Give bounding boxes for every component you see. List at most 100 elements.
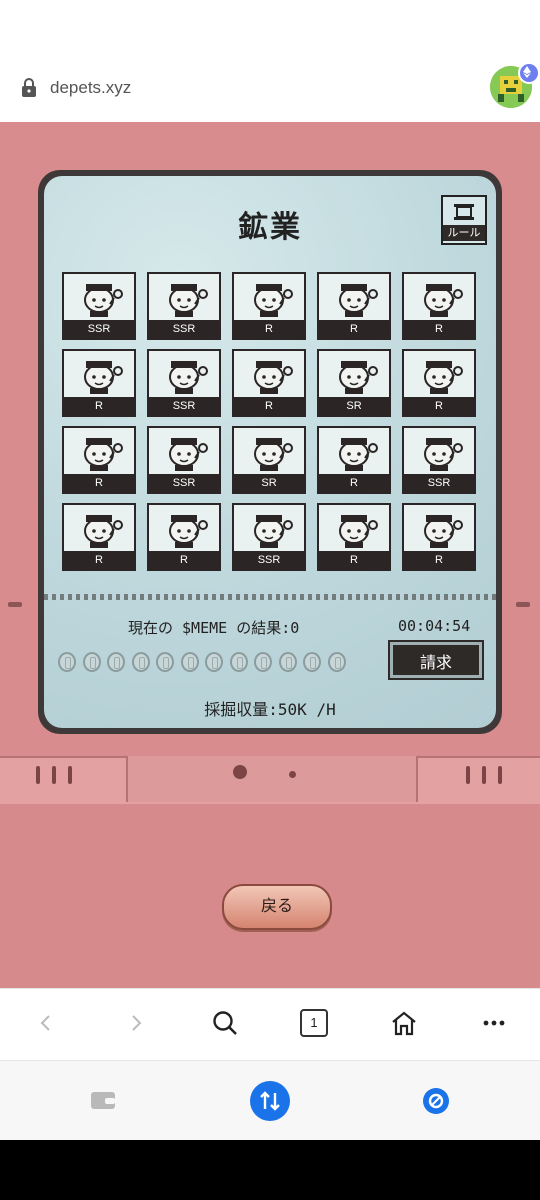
rarity-label: R	[319, 320, 389, 338]
rarity-label: R	[319, 551, 389, 569]
search-icon[interactable]	[205, 1003, 245, 1043]
rarity-label: R	[319, 474, 389, 492]
coin-icon	[205, 652, 223, 672]
character-sprite-icon	[169, 361, 208, 394]
scroll-icon	[454, 204, 474, 220]
character-sprite-icon	[424, 515, 463, 548]
rarity-label: R	[149, 551, 219, 569]
coin-icon	[303, 652, 321, 672]
character-sprite-icon	[254, 515, 293, 548]
character-sprite-icon	[84, 284, 123, 317]
coin-icon	[229, 652, 248, 672]
character-sprite-icon	[254, 361, 293, 394]
vent-slot	[36, 766, 40, 784]
character-card[interactable]: SSR	[62, 272, 136, 340]
divider	[44, 594, 496, 600]
character-sprite-icon	[169, 284, 208, 317]
wallet-bottom-bar	[0, 1060, 540, 1141]
coin-icon	[180, 652, 199, 672]
character-card[interactable]: R	[402, 272, 476, 340]
rarity-label: R	[234, 320, 304, 338]
character-sprite-icon	[339, 361, 378, 394]
character-card[interactable]: R	[317, 272, 391, 340]
character-card[interactable]: SSR	[147, 349, 221, 417]
rarity-label: SSR	[149, 320, 219, 338]
character-card[interactable]: SSR	[232, 503, 306, 571]
rules-label: ルール	[443, 225, 485, 241]
character-card[interactable]: R	[317, 426, 391, 494]
back-button[interactable]: 戻る	[222, 884, 332, 930]
rarity-label: R	[64, 474, 134, 492]
rarity-label: SSR	[404, 474, 474, 492]
character-card[interactable]: R	[317, 503, 391, 571]
character-sprite-icon	[169, 515, 208, 548]
character-sprite-icon	[169, 438, 208, 471]
character-card[interactable]: R	[147, 503, 221, 571]
speaker-hole	[233, 765, 247, 779]
lock-icon	[22, 78, 36, 97]
explore-icon[interactable]	[423, 1088, 449, 1114]
tabs-button[interactable]: 1	[294, 1003, 334, 1043]
rarity-label: SR	[319, 397, 389, 415]
character-card[interactable]: R	[62, 503, 136, 571]
home-icon[interactable]	[384, 1003, 424, 1043]
forward-arrow-icon[interactable]	[116, 1003, 156, 1043]
character-sprite-icon	[84, 361, 123, 394]
rarity-label: R	[404, 551, 474, 569]
character-card[interactable]: R	[232, 272, 306, 340]
rules-button[interactable]: ルール	[441, 195, 487, 245]
character-card[interactable]: R	[232, 349, 306, 417]
console-hinge-center	[126, 756, 418, 802]
character-card[interactable]: SSR	[147, 272, 221, 340]
vent-slot	[466, 766, 470, 784]
mining-rate: 採掘収量:50K /H	[204, 700, 336, 719]
ethereum-icon	[518, 62, 540, 84]
rarity-label: SSR	[234, 551, 304, 569]
character-card[interactable]: R	[402, 503, 476, 571]
character-card[interactable]: R	[62, 349, 136, 417]
countdown-timer: 00:04:54	[398, 617, 471, 635]
claim-button[interactable]: 請求	[390, 642, 482, 678]
rarity-label: R	[404, 320, 474, 338]
browser-url-bar[interactable]: depets.xyz	[0, 0, 540, 122]
game-console: 鉱業 ルール SSR SSR R R R R SSR R SR R R SSR SR R SSR R R SSR R…	[0, 122, 540, 988]
speaker-hole	[289, 771, 296, 778]
character-sprite-icon	[424, 361, 463, 394]
vent-slot	[52, 766, 56, 784]
coin-icon	[327, 652, 346, 672]
character-card[interactable]: SSR	[147, 426, 221, 494]
rarity-label: SSR	[149, 397, 219, 415]
rarity-label: SR	[234, 474, 304, 492]
coin-icon	[58, 652, 76, 672]
coin-icon	[131, 652, 150, 672]
character-sprite-icon	[254, 284, 293, 317]
browser-toolbar: 1	[0, 988, 540, 1061]
system-bar	[0, 1140, 540, 1200]
vent-slot	[482, 766, 486, 784]
rarity-label: R	[64, 397, 134, 415]
wallet-icon[interactable]	[90, 1089, 116, 1115]
tab-count: 1	[300, 1009, 328, 1037]
coin-icon	[278, 652, 297, 672]
swap-icon[interactable]	[250, 1081, 290, 1121]
rarity-label: R	[64, 551, 134, 569]
coin-icon	[107, 652, 125, 672]
more-icon[interactable]	[474, 1003, 514, 1043]
meme-result-text: 現在の $MEME の結果:0	[128, 619, 300, 637]
rarity-label: R	[234, 397, 304, 415]
character-sprite-icon	[254, 438, 293, 471]
character-card[interactable]: SR	[232, 426, 306, 494]
character-card[interactable]: R	[62, 426, 136, 494]
vent-slot	[68, 766, 72, 784]
back-arrow-icon[interactable]	[26, 1003, 66, 1043]
url-domain[interactable]: depets.xyz	[50, 78, 131, 98]
character-card[interactable]: SSR	[402, 426, 476, 494]
character-sprite-icon	[339, 438, 378, 471]
character-sprite-icon	[84, 515, 123, 548]
coin-icon	[82, 652, 101, 672]
character-card[interactable]: SR	[317, 349, 391, 417]
rarity-label: R	[404, 397, 474, 415]
coin-icon	[156, 652, 174, 672]
coin-icon	[254, 652, 272, 672]
character-card[interactable]: R	[402, 349, 476, 417]
